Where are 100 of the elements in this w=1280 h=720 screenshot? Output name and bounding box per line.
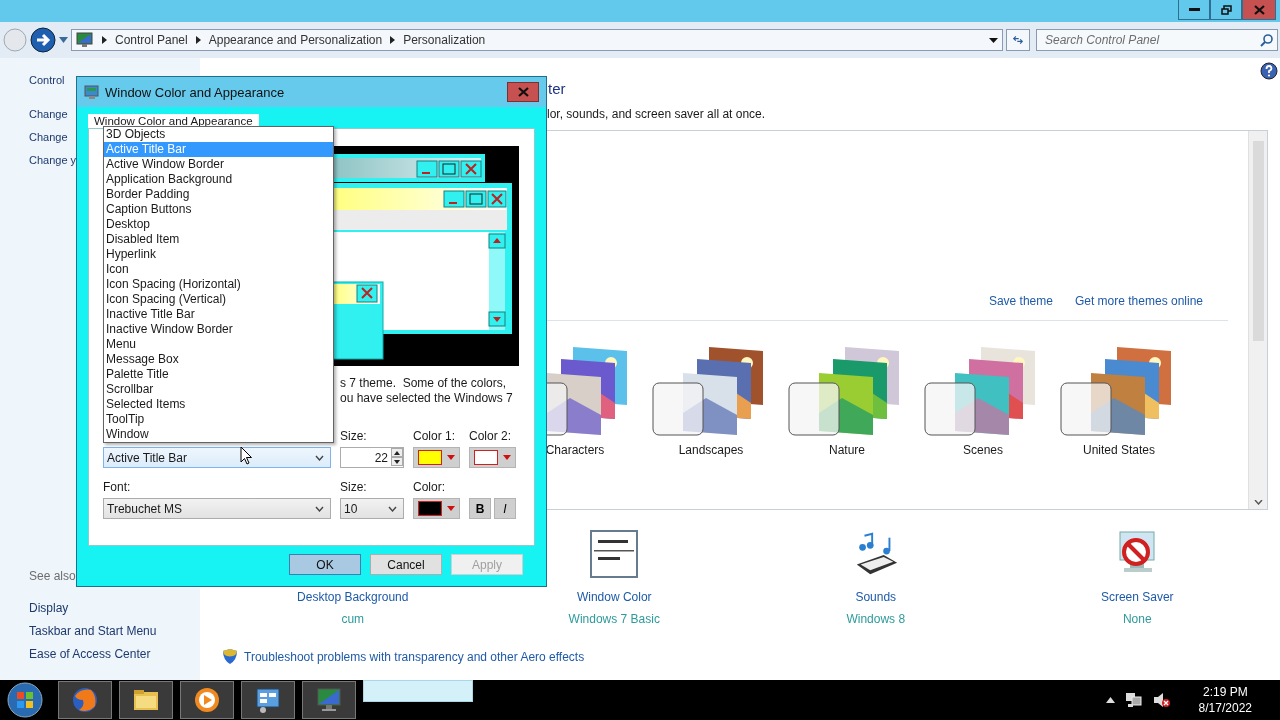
dropdown-option[interactable]: 3D Objects <box>104 127 333 142</box>
chevron-up-icon[interactable] <box>1105 697 1115 703</box>
caret-icon <box>503 455 511 460</box>
setting-link[interactable]: Sounds <box>855 590 897 604</box>
dropdown-option[interactable]: Active Window Border <box>104 157 333 172</box>
color-label: Color 2: <box>469 429 513 443</box>
dropdown-option[interactable]: Menu <box>104 337 333 352</box>
bold-button[interactable]: B <box>469 498 491 519</box>
item-dropdown[interactable]: Active Title Bar <box>103 447 331 468</box>
search-icon <box>1260 33 1273 47</box>
search-field[interactable]: Search Control Panel <box>1036 29 1278 51</box>
restore-button[interactable] <box>1210 0 1242 20</box>
dropdown-option[interactable]: Scrollbar <box>104 382 333 397</box>
sidebar-link[interactable]: Taskbar and Start Menu <box>29 624 200 638</box>
close-icon <box>1253 4 1265 15</box>
dropdown-option[interactable]: Selected Items <box>104 397 333 412</box>
size-spinner[interactable]: 22 <box>340 447 404 468</box>
link[interactable]: Get more themes online <box>1074 294 1203 308</box>
caret-icon <box>447 455 455 460</box>
chevron-down-icon <box>315 505 324 512</box>
window-icon <box>590 530 639 578</box>
description-text: s 7 theme. Some of the colors, ou have selected the Windows 7 <box>340 376 514 406</box>
dropdown-option[interactable]: Palette Title <box>104 367 333 382</box>
setting-value[interactable]: Windows 7 Basic <box>568 612 660 626</box>
theme-label[interactable]: Characters <box>545 443 605 457</box>
size-dropdown[interactable]: 10 <box>340 498 404 519</box>
clock-date[interactable]: 8/17/2022 <box>1198 700 1252 716</box>
dropdown-option[interactable]: Application Background <box>104 172 333 187</box>
dialog-title: Window Color and Appearance <box>105 84 285 100</box>
setting-link[interactable]: Desktop Background <box>297 590 409 604</box>
minimize-button[interactable] <box>1178 0 1210 20</box>
network-icon[interactable] <box>1124 692 1143 708</box>
monitor-icon <box>317 688 341 711</box>
folder-icon <box>134 690 158 710</box>
address-bar[interactable]: Control Panel Appearance and Personalization Personalization <box>71 29 1003 51</box>
muted-speaker-icon[interactable] <box>1152 692 1171 708</box>
sidebar-link[interactable]: Display <box>29 601 200 615</box>
taskbar-button[interactable] <box>241 681 295 719</box>
theme-label[interactable]: Nature <box>829 443 865 457</box>
chevron-down-icon <box>315 454 324 461</box>
link[interactable]: Troubleshoot problems with transparency and other Aero effects <box>244 649 585 664</box>
setting-value[interactable]: Windows 8 <box>846 612 906 626</box>
dialog-button[interactable]: Cancel <box>370 554 442 575</box>
taskbar-button[interactable] <box>119 681 173 719</box>
close-button[interactable] <box>1242 0 1276 20</box>
chevron-icon <box>102 36 107 44</box>
clock-time[interactable]: 2:19 PM <box>1202 684 1248 700</box>
breadcrumb-item[interactable]: Personalization <box>403 33 486 47</box>
color-picker-button[interactable] <box>469 447 516 468</box>
dropdown-option[interactable]: Inactive Window Border <box>104 322 333 337</box>
dropdown-option[interactable]: Hyperlink <box>104 247 333 262</box>
font-dropdown[interactable]: Trebuchet MS <box>103 498 331 519</box>
refresh-button[interactable] <box>1006 29 1030 51</box>
search-input[interactable]: Search Control Panel <box>1045 33 1260 47</box>
setting-link[interactable]: Screen Saver <box>1100 590 1174 604</box>
dropdown-option[interactable]: Window <box>104 427 333 442</box>
taskbar-button[interactable] <box>180 681 234 719</box>
forward-button[interactable] <box>30 27 56 53</box>
color-picker-button[interactable] <box>413 498 460 519</box>
caret-icon <box>447 506 455 511</box>
spin-up-button[interactable] <box>391 448 403 457</box>
color-picker-button[interactable] <box>413 447 460 468</box>
dropdown-option[interactable]: Message Box <box>104 352 333 367</box>
dialog-button[interactable]: OK <box>289 554 361 575</box>
dropdown-option[interactable]: Inactive Title Bar <box>104 307 333 322</box>
dropdown-option[interactable]: ToolTip <box>104 412 333 427</box>
theme-label[interactable]: Landscapes <box>678 443 744 457</box>
dropdown-option[interactable]: Desktop <box>104 217 333 232</box>
scrollbar[interactable] <box>1248 131 1267 509</box>
dropdown-option[interactable]: Disabled Item <box>104 232 333 247</box>
dropdown-option[interactable]: Icon Spacing (Vertical) <box>104 292 333 307</box>
theme-label[interactable]: United States <box>1082 443 1155 457</box>
sidebar-link[interactable]: Ease of Access Center <box>29 647 200 661</box>
control-panel-icon <box>256 688 280 713</box>
chevron-down-icon[interactable] <box>1253 500 1263 505</box>
description-text: lor, sounds, and screen saver all at once. <box>547 107 767 121</box>
setting-value[interactable]: cum <box>341 612 365 626</box>
close-button[interactable] <box>507 82 539 102</box>
triangle-down-icon <box>394 459 400 464</box>
dropdown-option[interactable]: Icon <box>104 262 333 277</box>
setting-value[interactable]: None <box>1122 612 1152 626</box>
dropdown-arrow-icon[interactable] <box>989 37 998 43</box>
setting-link[interactable]: Window Color <box>576 590 652 604</box>
theme-label[interactable]: Scenes <box>963 443 1003 457</box>
link[interactable]: Save theme <box>988 294 1053 308</box>
minimize-icon <box>1188 7 1200 12</box>
breadcrumb-item[interactable]: Control Panel <box>115 33 188 47</box>
size-label: Size: <box>340 480 368 494</box>
breadcrumb-item[interactable]: Appearance and Personalization <box>208 33 383 47</box>
dropdown-option[interactable]: Caption Buttons <box>104 202 333 217</box>
caret-icon[interactable] <box>59 37 68 43</box>
monitor-icon <box>76 32 94 48</box>
spin-down-button[interactable] <box>391 457 403 466</box>
start-button[interactable] <box>6 681 44 719</box>
dropdown-option[interactable]: Border Padding <box>104 187 333 202</box>
refresh-icon <box>1013 34 1023 46</box>
help-icon[interactable] <box>1260 62 1278 80</box>
page-heading: ter <box>548 80 567 98</box>
italic-button[interactable]: I <box>494 498 516 519</box>
dropdown-option[interactable]: Icon Spacing (Horizontal) <box>104 277 333 292</box>
